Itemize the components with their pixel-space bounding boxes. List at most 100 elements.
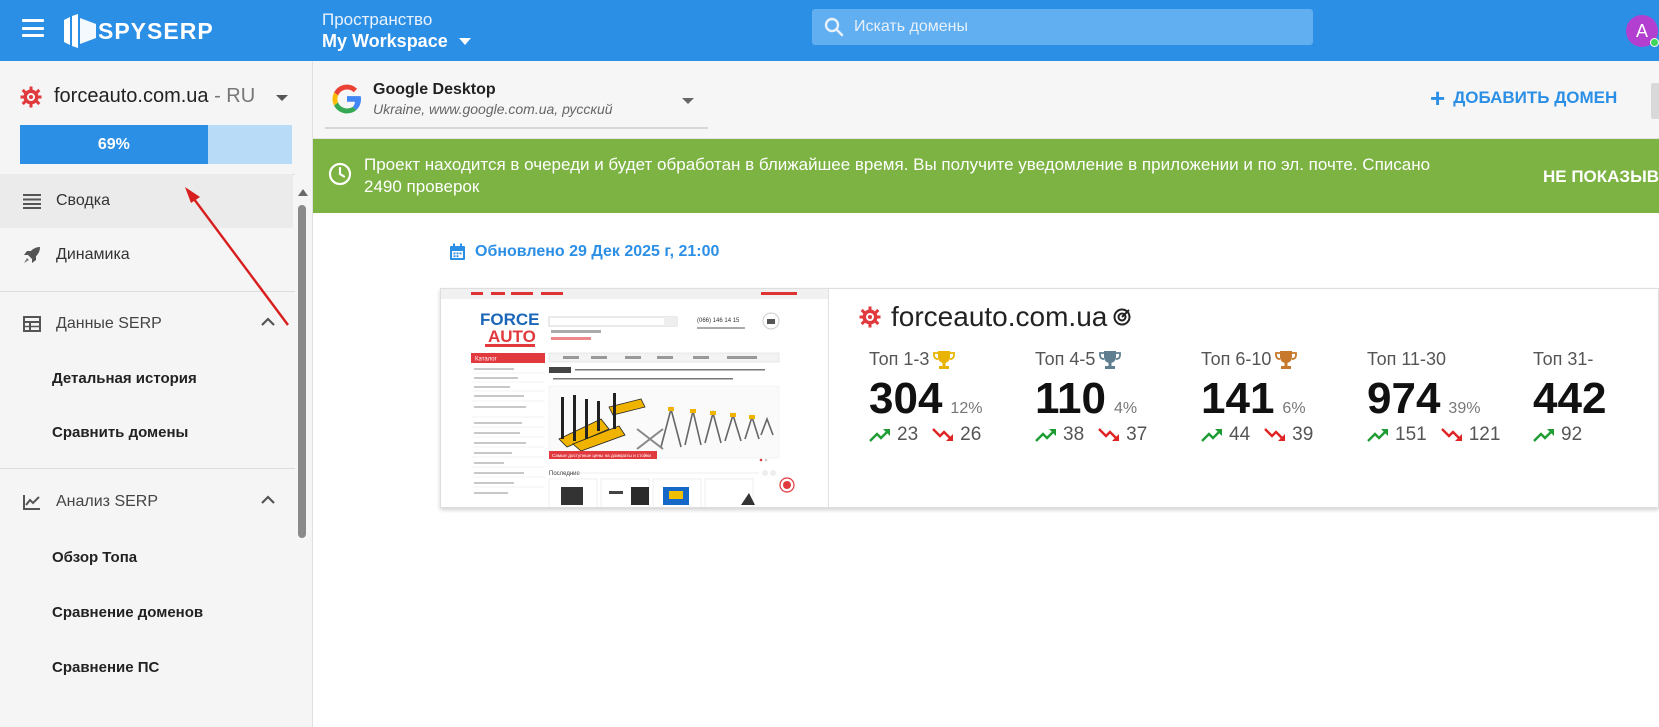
stat-deltas: 44 39 <box>1201 424 1371 446</box>
trophy-icon <box>1275 350 1298 369</box>
stat-value: 442 <box>1533 374 1607 423</box>
trend-down-icon <box>1098 428 1120 441</box>
header-edge-button[interactable] <box>1651 83 1659 119</box>
search-engine-selector[interactable]: Google Desktop Ukraine, www.google.com.u… <box>325 71 708 129</box>
annotation-arrow <box>185 187 289 326</box>
sidebar-item-label: Сравнение доменов <box>52 603 204 621</box>
thumb-logo-bottom: AUTO <box>488 327 536 346</box>
stat-percent: 4% <box>1113 400 1138 417</box>
sidebar-item-detailed-history[interactable]: Детальная история <box>0 351 293 405</box>
dont-show-button[interactable]: НЕ ПОКАЗЫВ <box>1543 167 1659 187</box>
stat-label: Топ 1-3 <box>869 349 1039 370</box>
progress-label: 69% <box>97 135 130 153</box>
engine-subtitle: Ukraine, www.google.com.ua, русский <box>373 101 613 117</box>
stat-value: 110 <box>1035 374 1106 423</box>
workspace-name-row[interactable]: My Workspace <box>322 31 471 52</box>
stat-deltas: 92 <box>1533 424 1658 446</box>
sidebar-group-serp-analysis[interactable]: Анализ SERP <box>0 475 293 529</box>
menu-icon[interactable] <box>22 19 44 37</box>
stat-main: 974 39% <box>1367 374 1537 424</box>
avatar[interactable]: A <box>1626 15 1659 47</box>
sidebar-item-engine-comparison[interactable]: Сравнение ПС <box>0 640 293 694</box>
scroll-up-arrow-icon[interactable] <box>298 189 308 196</box>
stat-up-count: 38 <box>1063 424 1085 445</box>
google-icon <box>332 84 361 114</box>
sidebar-item-compare-domains[interactable]: Сравнить домены <box>0 405 293 459</box>
stat-deltas: 151 121 <box>1367 424 1537 446</box>
stat-label: Топ 11-30 <box>1367 349 1447 369</box>
thumb-latest: Последние <box>549 471 581 477</box>
workspace-label: Пространство <box>322 10 433 29</box>
scroll-thumb[interactable] <box>298 205 306 538</box>
main-header: Google Desktop Ukraine, www.google.com.u… <box>313 61 1659 139</box>
caret-down-icon[interactable] <box>276 95 288 101</box>
top-stat-block[interactable]: Топ 6-10 141 6% 44 39 <box>1201 349 1371 446</box>
caret-down-icon <box>682 98 694 104</box>
caret-down-icon <box>458 38 471 45</box>
online-status-dot <box>1650 38 1659 47</box>
stat-down-count: 121 <box>1468 424 1501 445</box>
top-stat-block[interactable]: Топ 4-5 110 4% 38 37 <box>1035 349 1205 446</box>
top-stat-block[interactable]: Топ 31- 442 92 <box>1533 349 1658 446</box>
logo-text: SPYSERP <box>98 17 214 44</box>
stat-label: Топ 4-5 <box>1035 349 1205 370</box>
domain-search[interactable] <box>812 9 1313 45</box>
stat-percent: 6% <box>1282 400 1306 417</box>
stat-value: 304 <box>869 374 943 423</box>
stat-up-count: 151 <box>1395 424 1427 445</box>
sidebar-item-label: Анализ SERP <box>56 493 159 510</box>
stat-label: Топ 31- <box>1533 349 1594 369</box>
trend-up-icon <box>1533 429 1554 442</box>
top-bar: SPYSERP Пространство My Workspace A <box>0 0 1659 61</box>
chart-line-icon <box>22 492 42 512</box>
search-input[interactable] <box>854 18 1284 36</box>
domain-summary-card: FORCE AUTO (066) 146 14 15 Каталог Самые… <box>440 288 1659 508</box>
chevron-up-icon[interactable] <box>261 495 275 504</box>
project-selector[interactable]: forceauto.com.ua - RU <box>20 85 255 108</box>
summary-domain-name[interactable]: forceauto.com.ua <box>891 301 1107 333</box>
engine-name: Google Desktop <box>373 81 496 98</box>
stat-down-count: 37 <box>1126 424 1148 445</box>
project-name: forceauto.com.ua - RU <box>54 85 256 107</box>
sidebar-item-label: Сравнить домены <box>52 423 189 441</box>
progress-fill: 69% <box>20 125 208 164</box>
trophy-icon <box>933 350 956 369</box>
rocket-icon <box>22 245 42 265</box>
thumb-phone: (066) 146 14 15 <box>697 318 740 324</box>
project-progress-bar: 69% <box>20 125 292 164</box>
sidebar-item-label: Обзор Топа <box>52 548 138 566</box>
divider <box>0 468 295 469</box>
sidebar-item-label: Динамика <box>56 246 130 263</box>
workspace-selector[interactable]: Пространство My Workspace <box>322 10 471 52</box>
sidebar-item-top-overview[interactable]: Обзор Топа <box>0 530 293 584</box>
table-icon <box>22 314 42 334</box>
sidebar-item-label: Детальная история <box>52 369 197 387</box>
website-thumbnail[interactable]: FORCE AUTO (066) 146 14 15 Каталог Самые… <box>441 289 829 507</box>
top-stat-block[interactable]: Топ 1-3 304 12% 23 26 <box>869 349 1039 446</box>
top-stat-block[interactable]: Топ 11-30 974 39% 151 121 <box>1367 349 1537 446</box>
target-icon[interactable] <box>1113 308 1131 326</box>
trend-up-icon <box>1201 429 1222 442</box>
stat-deltas: 23 26 <box>869 424 1039 446</box>
thumb-menu-title: Каталог <box>475 357 498 363</box>
sidebar-item-label: Сравнение ПС <box>52 658 160 676</box>
stat-up-count: 23 <box>897 424 919 445</box>
stat-main: 442 <box>1533 374 1658 424</box>
trend-down-icon <box>1264 428 1286 441</box>
stat-value: 141 <box>1201 374 1275 423</box>
trend-up-icon <box>1367 429 1388 442</box>
logo[interactable]: SPYSERP <box>62 14 214 48</box>
stat-main: 141 6% <box>1201 374 1371 424</box>
stat-main: 110 4% <box>1035 374 1205 424</box>
workspace-name: My Workspace <box>322 31 448 51</box>
stat-up-count: 92 <box>1561 424 1583 445</box>
add-domain-button[interactable]: + ДОБАВИТЬ ДОМЕН <box>1430 85 1618 111</box>
search-icon <box>824 17 844 37</box>
sidebar-scrollbar[interactable] <box>296 189 308 727</box>
clock-icon <box>328 162 352 186</box>
sidebar-item-domain-comparison[interactable]: Сравнение доменов <box>0 585 293 639</box>
stat-percent: 12% <box>950 400 983 417</box>
add-domain-label: ДОБАВИТЬ ДОМЕН <box>1453 88 1618 107</box>
gear-icon <box>859 306 881 328</box>
spyserp-logo-icon <box>64 14 96 48</box>
